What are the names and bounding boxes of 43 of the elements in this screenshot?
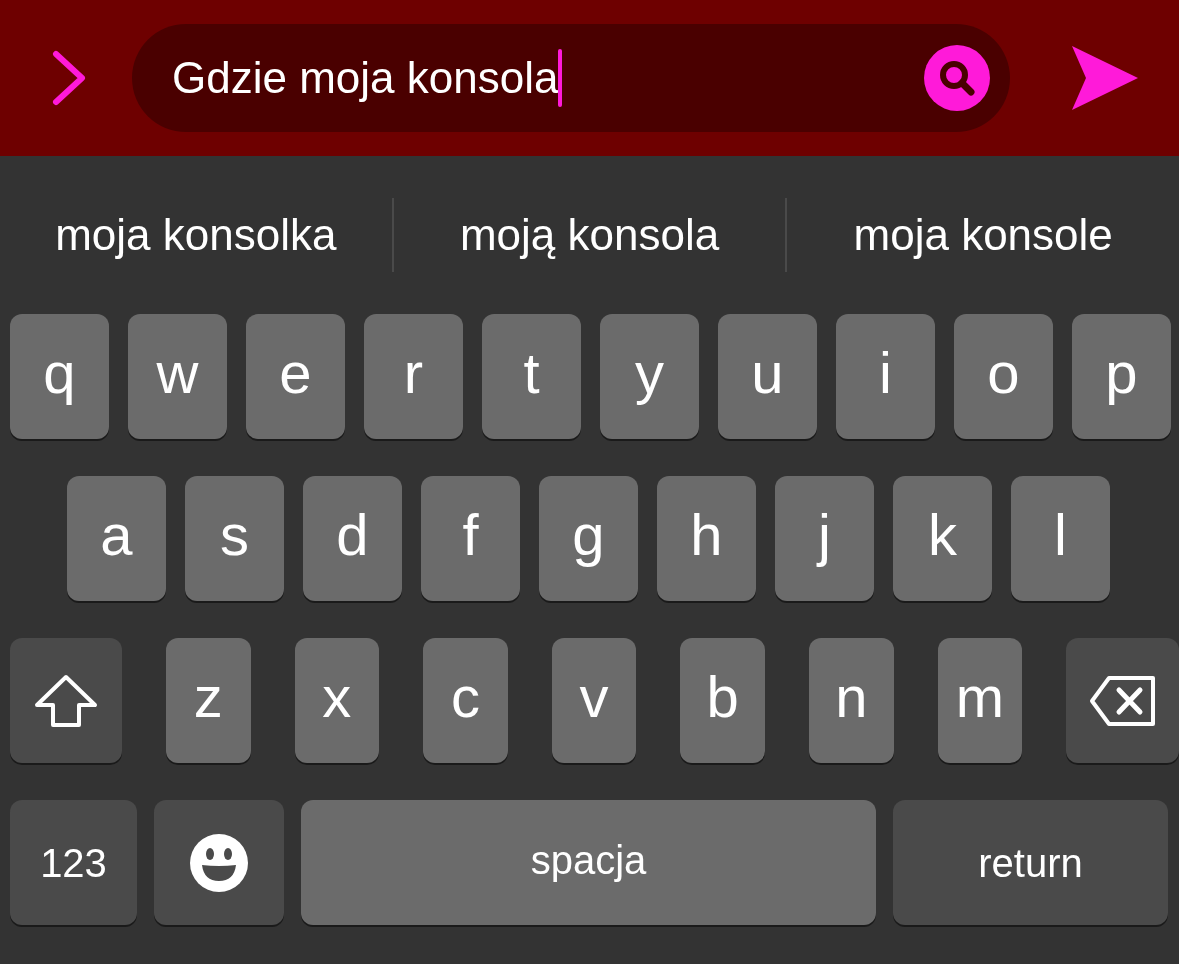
suggestion[interactable]: moją konsola	[393, 202, 786, 268]
letter-key[interactable]: p	[1072, 314, 1171, 439]
letter-key[interactable]: g	[539, 476, 638, 601]
letter-key[interactable]: y	[600, 314, 699, 439]
letter-key[interactable]: f	[421, 476, 520, 601]
letter-key[interactable]: d	[303, 476, 402, 601]
letter-key[interactable]: v	[551, 638, 637, 763]
letter-key[interactable]: l	[1011, 476, 1110, 601]
suggestion[interactable]: moja konsolka	[0, 202, 392, 268]
chevron-right-icon[interactable]	[52, 50, 88, 106]
letter-key[interactable]: i	[836, 314, 935, 439]
letter-key[interactable]: u	[718, 314, 817, 439]
letter-key[interactable]: h	[657, 476, 756, 601]
letter-key[interactable]: q	[10, 314, 109, 439]
text-cursor	[558, 49, 563, 107]
shift-key[interactable]	[10, 638, 122, 763]
letter-key[interactable]: r	[364, 314, 463, 439]
smiley-icon	[189, 832, 249, 893]
letter-key[interactable]: o	[954, 314, 1053, 439]
search-field[interactable]: Gdzie moja konsola	[132, 24, 1010, 132]
shift-icon	[32, 672, 99, 729]
send-icon[interactable]	[1070, 44, 1140, 112]
return-key[interactable]: return	[893, 800, 1168, 925]
letter-key[interactable]: j	[775, 476, 874, 601]
letter-key[interactable]: n	[809, 638, 894, 763]
letter-key[interactable]: t	[482, 314, 581, 439]
letter-key[interactable]: w	[128, 314, 227, 439]
emoji-key[interactable]	[154, 800, 284, 925]
backspace-icon	[1088, 674, 1157, 727]
search-icon[interactable]	[924, 45, 990, 111]
letter-key[interactable]: z	[165, 638, 251, 763]
suggestion[interactable]: moja konsole	[787, 202, 1179, 268]
letter-key[interactable]: a	[67, 476, 166, 601]
numbers-key[interactable]: 123	[10, 800, 137, 925]
letter-key[interactable]: s	[185, 476, 284, 601]
letter-key[interactable]: c	[423, 638, 508, 763]
backspace-key[interactable]	[1066, 638, 1179, 763]
letter-key[interactable]: b	[680, 638, 765, 763]
space-key[interactable]: spacja	[301, 800, 876, 925]
letter-key[interactable]: x	[294, 638, 380, 763]
letter-key[interactable]: k	[893, 476, 992, 601]
letter-key[interactable]: e	[246, 314, 345, 439]
letter-key[interactable]: m	[937, 638, 1023, 763]
